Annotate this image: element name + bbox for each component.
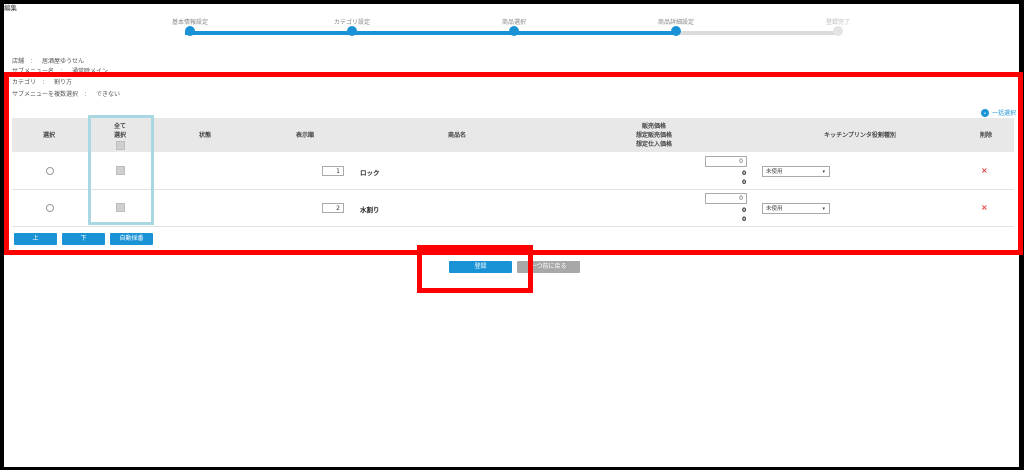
bulk-select-link[interactable]: ⌄ 一括選択 (981, 108, 1016, 117)
row-select-radio[interactable] (46, 167, 54, 175)
step-dot (509, 26, 519, 36)
info-separator: ： (84, 91, 91, 98)
product-name: 水割り (360, 206, 380, 214)
order-input[interactable]: 1 (322, 166, 344, 176)
kitchen-printer-value: 未使用 (766, 206, 783, 212)
stepper-progress-done (185, 31, 677, 35)
header-price-line3: 想定仕入価格 (635, 141, 672, 148)
header-order: 表示順 (295, 132, 314, 139)
step-label: 基本情報設定 (171, 19, 208, 26)
header-select-all-line1: 全て (113, 123, 126, 130)
info-separator: ： (42, 79, 49, 86)
info-separator: ： (30, 58, 37, 65)
order-input[interactable]: 2 (322, 203, 344, 213)
window-frame (4, 4, 1019, 467)
step-dot (833, 26, 843, 36)
header-status: 状態 (198, 132, 211, 139)
step-label: 商品選択 (501, 19, 526, 26)
row-checkbox[interactable] (116, 166, 125, 175)
header-select-all-line2: 選択 (113, 132, 126, 139)
step-dot (671, 26, 681, 36)
info-category-value: 割り方 (54, 79, 73, 86)
table-row (12, 153, 1014, 190)
caret-down-icon: ▾ (822, 206, 825, 212)
caret-down-icon: ▾ (822, 169, 825, 175)
header-price-line2: 想定販売価格 (635, 132, 672, 139)
page-title: 編集 (4, 4, 17, 12)
move-up-button[interactable]: 上 (14, 233, 57, 245)
step-dot (347, 26, 357, 36)
estimated-sale-price: 0 (742, 170, 747, 177)
header-delete: 削除 (979, 132, 992, 139)
price-input[interactable]: 0 (705, 193, 747, 204)
estimated-sale-price: 0 (742, 207, 747, 214)
info-category-label: カテゴリ (12, 79, 37, 86)
kitchen-printer-select[interactable]: 未使用 ▾ (762, 166, 830, 177)
price-input[interactable]: 0 (705, 156, 747, 167)
auto-number-button[interactable]: 自動採番 (110, 233, 153, 245)
step-label: カテゴリ設定 (333, 19, 370, 26)
delete-icon[interactable]: × (981, 203, 988, 212)
info-submenu-multi-value: できない (96, 91, 121, 98)
delete-icon[interactable]: × (981, 166, 988, 175)
info-submenu-multi-label: サブメニューを複数選択 (12, 91, 79, 98)
back-button[interactable]: 一つ前に戻る (517, 261, 580, 273)
stepper-progress-remaining (677, 31, 838, 35)
register-button[interactable]: 登録 (449, 261, 512, 273)
move-down-button[interactable]: 下 (62, 233, 105, 245)
row-checkbox[interactable] (116, 203, 125, 212)
kitchen-printer-select[interactable]: 未使用 ▾ (762, 203, 830, 214)
info-shop-value: 居酒屋ゆうせん (42, 58, 85, 65)
kitchen-printer-value: 未使用 (766, 169, 783, 175)
select-all-checkbox[interactable] (116, 141, 125, 150)
info-shop: 店舗 ： 居酒屋ゆうせん (12, 56, 84, 65)
info-hidden-label: サブメニュー名 (12, 68, 55, 75)
row-select-radio[interactable] (46, 204, 54, 212)
header-kitchen-printer: キッチンプリンタ役割種別 (824, 132, 896, 139)
header-select: 選択 (42, 132, 55, 139)
info-category: カテゴリ ： 割り方 (12, 77, 1012, 89)
step-label: 商品詳細設定 (657, 19, 694, 26)
estimated-cost-price: 0 (742, 179, 747, 186)
info-hidden: サブメニュー名 ： 通常時メイン (12, 66, 108, 75)
info-separator: ： (60, 68, 67, 75)
step-label: 登録完了 (825, 19, 850, 26)
info-hidden-value: 通常時メイン (72, 68, 109, 75)
estimated-cost-price: 0 (742, 216, 747, 223)
chevron-down-icon: ⌄ (981, 108, 989, 117)
table-row (12, 190, 1014, 227)
header-product-name: 商品名 (447, 132, 466, 139)
step-dot (185, 26, 195, 36)
info-submenu-multi: サブメニューを複数選択 ： できない (12, 89, 120, 98)
bulk-select-label: 一括選択 (992, 110, 1017, 117)
info-shop-label: 店舗 (12, 58, 25, 65)
header-price-line1: 販売価格 (641, 123, 666, 130)
product-name: ロック (360, 169, 380, 177)
